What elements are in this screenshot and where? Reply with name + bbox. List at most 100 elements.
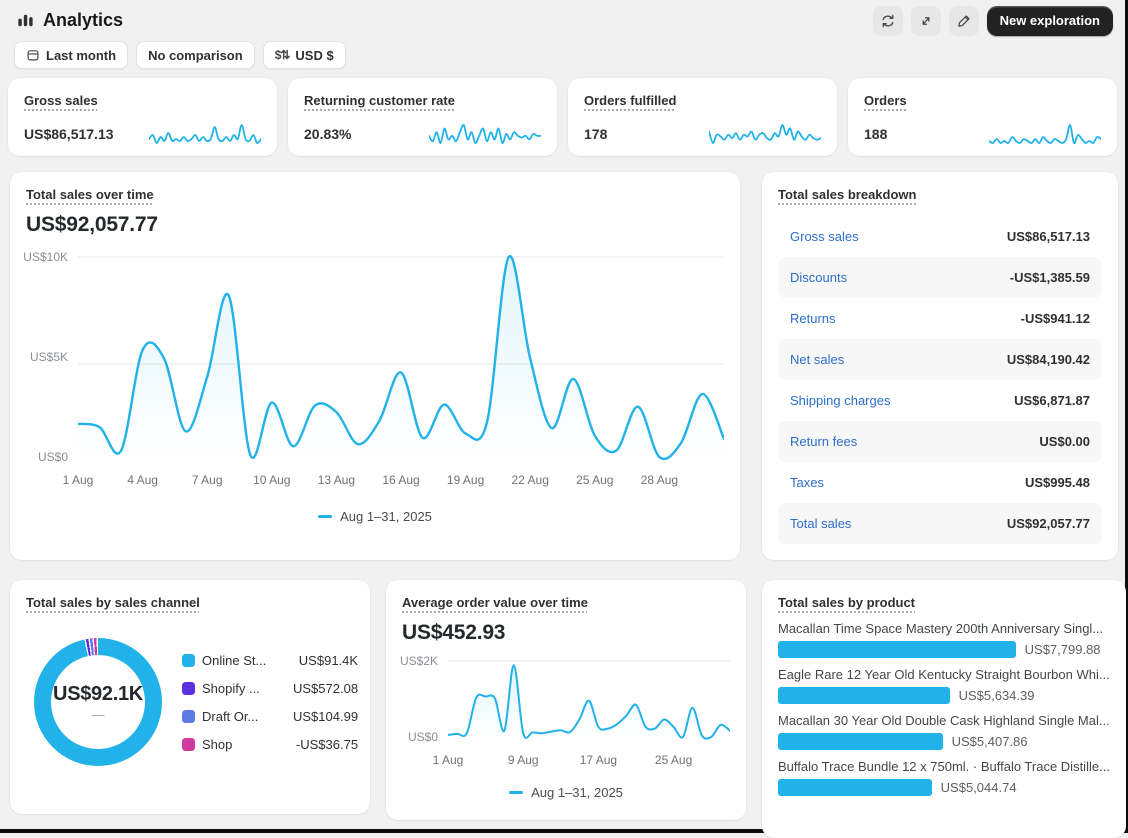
x-tick-label: 19 Aug (447, 473, 484, 487)
product-bar (778, 687, 950, 704)
legend-dash (509, 791, 523, 794)
kpi-row: Gross sales US$86,517.13 Returning custo… (8, 78, 1117, 156)
breakdown-link-taxes[interactable]: Taxes (790, 475, 824, 490)
breakdown-value: US$0.00 (1039, 434, 1090, 449)
legend-item-online-store: Online St... US$91.4K (182, 653, 358, 668)
breakdown-link-total-sales[interactable]: Total sales (790, 516, 851, 531)
channel-value: -US$36.75 (296, 737, 358, 752)
comparison-button[interactable]: No comparison (136, 41, 255, 69)
breakdown-row: Shipping charges US$6,871.87 (778, 380, 1102, 421)
x-axis-labels: 1 Aug4 Aug7 Aug10 Aug13 Aug16 Aug19 Aug2… (78, 473, 724, 489)
sales-by-channel-title[interactable]: Total sales by sales channel (26, 595, 200, 610)
legend-label: Aug 1–31, 2025 (340, 509, 432, 524)
breakdown-row: Return fees US$0.00 (778, 421, 1102, 462)
breakdown-link-net-sales[interactable]: Net sales (790, 352, 844, 367)
breakdown-value: -US$941.12 (1021, 311, 1090, 326)
filter-bar: Last month No comparison $⇅ USD $ (0, 32, 1125, 70)
channel-legend: Online St... US$91.4K Shopify ...US$572.0… (182, 653, 358, 752)
average-order-value-panel: Average order value over time US$452.93 … (386, 580, 746, 820)
currency-exchange-icon: $⇅ (275, 48, 290, 62)
analytics-bar-chart-icon (16, 11, 35, 30)
kpi-card-returning-rate: Returning customer rate 20.83% (288, 78, 557, 156)
sales-by-product-title[interactable]: Total sales by product (778, 595, 915, 610)
aov-line-chart (448, 655, 730, 743)
donut-comparison-dash: — (92, 707, 105, 722)
x-tick-label: 28 Aug (641, 473, 678, 487)
kpi-title-orders-fulfilled[interactable]: Orders fulfilled (584, 93, 676, 108)
x-tick-label: 7 Aug (192, 473, 223, 487)
new-exploration-button[interactable]: New exploration (987, 6, 1113, 36)
x-tick-label: 13 Aug (318, 473, 355, 487)
currency-button[interactable]: $⇅ USD $ (263, 41, 346, 69)
product-value: US$5,407.86 (952, 734, 1028, 749)
comparison-label: No comparison (148, 48, 243, 63)
refresh-icon (880, 13, 896, 29)
x-tick-label: 17 Aug (580, 753, 617, 767)
expand-icon (918, 13, 934, 29)
breakdown-link-discounts[interactable]: Discounts (790, 270, 847, 285)
date-range-label: Last month (46, 48, 116, 63)
aov-value: US$452.93 (402, 621, 730, 645)
product-bar (778, 641, 1016, 658)
total-sales-line-chart (78, 251, 724, 463)
breakdown-value: US$6,871.87 (1014, 393, 1090, 408)
kpi-value-orders: 188 (864, 126, 887, 142)
product-name: Macallan Time Space Mastery 200th Annive… (778, 621, 1110, 636)
pencil-icon (956, 13, 972, 29)
top-bar: Analytics New exploration (0, 0, 1125, 32)
x-tick-label: 22 Aug (512, 473, 549, 487)
x-tick-label: 25 Aug (655, 753, 692, 767)
legend-label: Aug 1–31, 2025 (531, 785, 623, 800)
kpi-title-orders[interactable]: Orders (864, 93, 907, 108)
kpi-card-orders-fulfilled: Orders fulfilled 178 (568, 78, 837, 156)
shop-swatch (182, 738, 195, 751)
orders-fulfilled-sparkline (709, 119, 821, 149)
legend-dash (318, 515, 332, 518)
gross-sales-sparkline (149, 119, 261, 149)
sales-by-channel-donut-chart: US$92.1K — (34, 638, 162, 766)
channel-value: US$91.4K (299, 653, 358, 668)
x-tick-label: 4 Aug (127, 473, 158, 487)
chart-legend: Aug 1–31, 2025 (26, 509, 724, 524)
kpi-value-gross-sales: US$86,517.13 (24, 126, 114, 142)
calendar-icon (26, 48, 40, 62)
product-value: US$5,634.39 (959, 688, 1035, 703)
x-tick-label: 25 Aug (576, 473, 613, 487)
breakdown-link-returns[interactable]: Returns (790, 311, 836, 326)
product-value: US$5,044.74 (941, 780, 1017, 795)
date-range-button[interactable]: Last month (14, 41, 128, 69)
aov-y-axis-labels: US$2K US$0 (402, 655, 448, 743)
kpi-card-gross-sales: Gross sales US$86,517.13 (8, 78, 277, 156)
sales-by-product-panel: Total sales by product Macallan Time Spa… (762, 580, 1126, 838)
total-sales-over-time-panel: Total sales over time US$92,057.77 US$10… (10, 172, 740, 560)
product-row: Macallan 30 Year Old Double Cask Highlan… (778, 713, 1110, 750)
aov-title[interactable]: Average order value over time (402, 595, 588, 610)
aov-x-axis-labels: 1 Aug9 Aug17 Aug25 Aug (448, 753, 730, 769)
kpi-value-returning-rate: 20.83% (304, 126, 351, 142)
breakdown-row: Returns -US$941.12 (778, 298, 1102, 339)
kpi-title-gross-sales[interactable]: Gross sales (24, 93, 98, 108)
page-title: Analytics (43, 10, 123, 31)
breakdown-value: -US$1,385.59 (1010, 270, 1090, 285)
total-sales-over-time-title[interactable]: Total sales over time (26, 187, 154, 202)
breakdown-title[interactable]: Total sales breakdown (778, 187, 916, 202)
product-bar (778, 733, 943, 750)
breakdown-link-shipping-charges[interactable]: Shipping charges (790, 393, 890, 408)
edit-button[interactable] (949, 6, 979, 36)
refresh-button[interactable] (873, 6, 903, 36)
expand-button[interactable] (911, 6, 941, 36)
currency-label: USD $ (295, 48, 333, 63)
kpi-card-orders: Orders 188 (848, 78, 1117, 156)
orders-sparkline (989, 119, 1101, 149)
breakdown-link-gross-sales[interactable]: Gross sales (790, 229, 859, 244)
channel-label: Online St... (202, 653, 286, 668)
product-name: Buffalo Trace Bundle 12 x 750ml. · Buffa… (778, 759, 1110, 774)
breakdown-link-return-fees[interactable]: Return fees (790, 434, 857, 449)
kpi-title-returning-rate[interactable]: Returning customer rate (304, 93, 455, 108)
legend-item-shopify: Shopify ...US$572.08 (182, 681, 358, 696)
sales-by-channel-panel: Total sales by sales channel US$92.1K — … (10, 580, 370, 814)
kpi-value-orders-fulfilled: 178 (584, 126, 607, 142)
channel-label: Draft Or... (202, 709, 286, 724)
donut-total-value: US$92.1K (53, 683, 143, 706)
channel-value: US$572.08 (293, 681, 358, 696)
